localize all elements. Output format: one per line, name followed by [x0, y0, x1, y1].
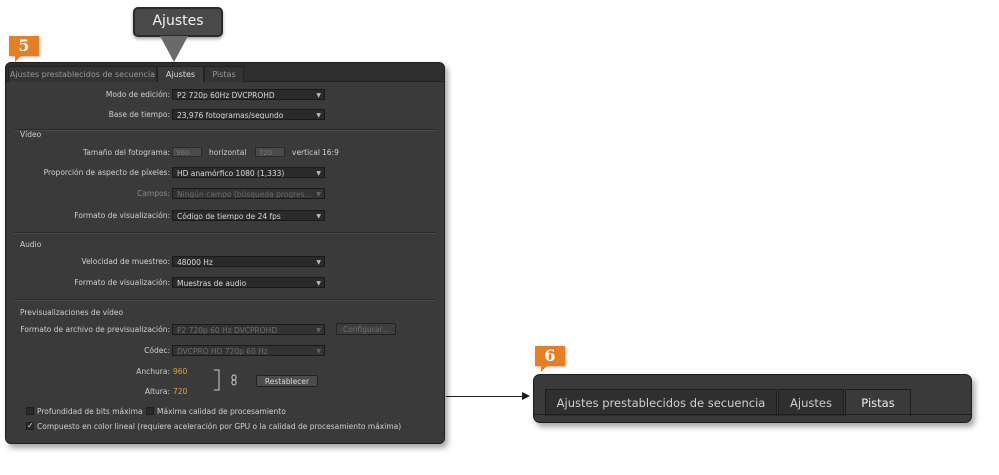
timebase-select[interactable]: 23,976 fotogramas/segundo ▼: [172, 109, 325, 120]
chevron-down-icon: ▼: [316, 170, 321, 177]
tab-tracks-zoom[interactable]: Pistas: [845, 389, 911, 416]
tab-settings-zoom[interactable]: Ajustes: [778, 389, 844, 416]
timebase-value: 23,976 fotogramas/segundo: [177, 111, 284, 120]
horizontal-label: horizontal: [209, 148, 247, 157]
linear-color-label: Compuesto en color lineal (requiere acel…: [37, 422, 402, 431]
height-label: Altura:: [144, 387, 170, 396]
video-display-format-label: Formato de visualización:: [74, 211, 170, 220]
preview-format-value: P2 720p 60 Hz DVCPROHD: [177, 326, 278, 335]
fields-label: Campos:: [137, 189, 170, 198]
max-bit-depth-label: Profundidad de bits máxima: [37, 407, 143, 416]
divider: [14, 129, 436, 131]
chevron-down-icon: ▼: [316, 327, 321, 334]
video-display-format-select[interactable]: Código de tiempo de 24 fps ▼: [172, 210, 325, 221]
chevron-down-icon: ▼: [316, 92, 321, 99]
tabs-zoom-panel: Ajustes prestablecidos de secuencia Ajus…: [533, 374, 972, 423]
callout-label: Ajustes: [152, 13, 204, 29]
sequence-settings-panel: Ajustes prestablecidos de secuencia Ajus…: [5, 62, 445, 444]
audio-display-format-label: Formato de visualización:: [74, 278, 170, 287]
chevron-down-icon: ▼: [316, 112, 321, 119]
vertical-label: vertical: [292, 148, 320, 157]
codec-value: DVCPRO HD 720p 60 Hz: [177, 347, 268, 356]
chevron-down-icon: ▼: [316, 280, 321, 287]
codec-label: Códec:: [144, 346, 170, 355]
editing-mode-select[interactable]: P2 720p 60Hz DVCPROHD ▼: [172, 89, 325, 100]
checkmark-icon: ✓: [27, 421, 34, 430]
tab-presets[interactable]: Ajustes prestablecidos de secuencia: [8, 66, 157, 82]
sample-rate-select[interactable]: 48000 Hz ▼: [172, 256, 325, 267]
reset-button[interactable]: Restablecer: [256, 375, 318, 387]
pixel-aspect-select[interactable]: HD anamórfico 1080 (1,333) ▼: [172, 167, 325, 178]
editing-mode-value: P2 720p 60Hz DVCPROHD: [177, 91, 275, 100]
audio-section-title: Audio: [20, 240, 42, 249]
tab-settings[interactable]: Ajustes: [157, 66, 204, 82]
fields-select[interactable]: Ningún campo (búsqueda progres... ▼: [172, 188, 325, 199]
frame-size-label: Tamaño del fotograma:: [82, 148, 170, 157]
frame-height-input[interactable]: 720: [255, 147, 285, 157]
callout-ajustes: Ajustes: [133, 7, 223, 37]
aspect-ratio-text: 16:9: [322, 148, 339, 157]
tab-tracks[interactable]: Pistas: [204, 66, 244, 82]
step-badge-5: 5: [9, 36, 39, 62]
chevron-down-icon: ▼: [316, 191, 321, 198]
callout-pointer: [160, 36, 188, 62]
chevron-down-icon: ▼: [316, 213, 321, 220]
tab-underline: [534, 414, 971, 415]
pixel-aspect-value: HD anamórfico 1080 (1,333): [177, 169, 285, 178]
sample-rate-label: Velocidad de muestreo:: [81, 257, 170, 266]
editing-mode-label: Modo de edición:: [105, 90, 170, 99]
max-render-quality-label: Máxima calidad de procesamiento: [157, 407, 286, 416]
tab-presets-zoom[interactable]: Ajustes prestablecidos de secuencia: [545, 389, 777, 416]
width-value[interactable]: 960: [173, 367, 187, 376]
width-label: Anchura:: [136, 367, 170, 376]
preview-format-select[interactable]: P2 720p 60 Hz DVCPROHD ▼: [172, 324, 325, 335]
height-value[interactable]: 720: [173, 387, 187, 396]
audio-display-format-value: Muestras de audio: [177, 279, 247, 288]
pixel-aspect-label: Proporción de aspecto de píxeles:: [43, 168, 170, 177]
divider: [14, 232, 436, 234]
chevron-down-icon: ▼: [316, 348, 321, 355]
connector-line: [446, 396, 526, 397]
chevron-down-icon: ▼: [316, 259, 321, 266]
configure-button[interactable]: Configurar...: [336, 323, 396, 335]
sample-rate-value: 48000 Hz: [177, 258, 213, 267]
divider: [14, 299, 436, 301]
max-bit-depth-checkbox[interactable]: [26, 407, 34, 415]
fields-value: Ningún campo (búsqueda progres...: [177, 190, 312, 199]
preview-format-label: Formato de archivo de previsualización:: [20, 325, 170, 334]
codec-select[interactable]: DVCPRO HD 720p 60 Hz ▼: [172, 345, 325, 356]
audio-display-format-select[interactable]: Muestras de audio ▼: [172, 277, 325, 288]
arrow-right-icon: [522, 392, 530, 400]
link-icon[interactable]: [213, 369, 243, 391]
linear-color-checkbox[interactable]: ✓: [26, 422, 34, 430]
tab-bar: Ajustes prestablecidos de secuencia Ajus…: [6, 63, 444, 82]
frame-width-input[interactable]: 960: [172, 147, 202, 157]
video-display-format-value: Código de tiempo de 24 fps: [177, 212, 281, 221]
preview-section-title: Previsualizaciones de vídeo: [20, 308, 124, 317]
video-section-title: Vídeo: [20, 130, 42, 139]
max-render-quality-checkbox[interactable]: [146, 407, 154, 415]
timebase-label: Base de tiempo:: [108, 110, 170, 119]
step-badge-6: 6: [535, 346, 565, 372]
